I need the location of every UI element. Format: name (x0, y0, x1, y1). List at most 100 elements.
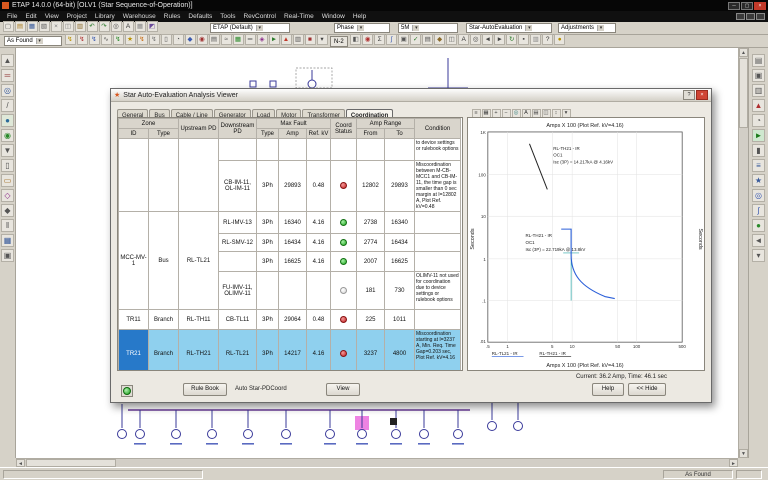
motor-start-icon[interactable]: ↯ (88, 34, 100, 45)
tcc-plot[interactable]: Amps X 100 (Plot Ref. kV=4.16) Amps X 10… (468, 118, 704, 370)
table-cell[interactable] (330, 138, 357, 161)
protection-icon[interactable]: ◈ (256, 34, 268, 45)
undo-icon[interactable]: ↶ (86, 21, 98, 32)
table-cell[interactable]: 2738 (356, 211, 385, 234)
cell-condition[interactable]: to device settings or rulebook options (414, 138, 461, 161)
cable-pulling-icon[interactable]: ≈ (220, 34, 232, 45)
stop-icon[interactable]: ■ (304, 34, 316, 45)
star-pd-icon[interactable]: ★ (124, 34, 136, 45)
table-cell[interactable]: 2007 (356, 251, 385, 272)
cell-downstream-pd[interactable]: CB-IM-11, OL-IM-11 (218, 160, 257, 212)
fuse-element-icon[interactable]: ▭ (1, 174, 14, 187)
cell-condition[interactable]: Miscoordination between M-CB-MCC1 and CB… (414, 160, 461, 212)
cell-downstream-pd[interactable]: CB-TL11 (218, 309, 257, 330)
column-header-fault-type[interactable]: Type (256, 128, 279, 139)
cell-coord-status[interactable] (330, 233, 357, 252)
table-row-tr21[interactable]: TR21 Branch RL-TH21 RL-TL21 3Ph 14217 4.16 3237… (118, 329, 461, 370)
refresh-icon[interactable]: ↻ (506, 34, 518, 45)
arc-flash-icon[interactable]: ↯ (136, 34, 148, 45)
table-cell[interactable]: 29893 (278, 160, 307, 212)
rule-book-button[interactable]: Rule Book (183, 383, 227, 396)
view-button[interactable]: View (326, 383, 360, 396)
grid-toggle-icon[interactable]: ▦ (134, 21, 146, 32)
find-icon[interactable]: ◎ (470, 34, 482, 45)
wizard-icon[interactable]: ◆ (434, 34, 446, 45)
save-icon[interactable]: ▦ (26, 21, 38, 32)
minimize-icon[interactable]: ─ (728, 1, 740, 10)
sequence-viewer-icon[interactable]: ≡ (752, 159, 765, 172)
text-tool-icon[interactable]: A (122, 21, 134, 32)
new-icon[interactable]: ▢ (2, 21, 14, 32)
help-button[interactable]: Help (592, 383, 624, 396)
bus-element-icon[interactable]: ═ (1, 69, 14, 82)
back-icon[interactable]: ◄ (752, 234, 765, 247)
table-row-cont[interactable]: to device settings or rulebook options (118, 138, 461, 212)
more-icon[interactable]: ▾ (752, 249, 765, 262)
run-analysis-icon[interactable]: ► (752, 129, 765, 142)
motor-element-icon[interactable]: ● (1, 114, 14, 127)
column-header-coord-status[interactable]: Coord Status (330, 118, 357, 139)
contingency-n2-indicator[interactable]: N-2 (330, 35, 348, 47)
cell-zone-type[interactable] (148, 138, 179, 212)
table-cell[interactable] (256, 138, 279, 161)
table-cell[interactable]: 14217 (278, 329, 307, 370)
column-header-zone[interactable]: Zone (118, 118, 179, 129)
horizontal-scrollbar[interactable]: ◄ ► (16, 458, 738, 467)
scroll-down-icon[interactable]: ▼ (739, 449, 748, 458)
menu-window[interactable]: Window (318, 13, 349, 20)
table-cell[interactable]: 4.16 (306, 329, 331, 370)
lock-icon[interactable]: ▪ (518, 34, 530, 45)
table-cell[interactable]: 16340 (384, 211, 415, 234)
column-header-to[interactable]: To (384, 128, 415, 139)
table-row-rl-imv-13[interactable]: MCC-MV-1 Bus RL-TL21 RL-IMV-13 3Ph 16340 4.16 2… (118, 211, 461, 310)
column-header-downstream-pd[interactable]: Downstream PD (218, 118, 257, 139)
open-icon[interactable]: ▤ (14, 21, 26, 32)
table-cell[interactable] (414, 211, 461, 234)
alarm-icon[interactable]: ◉ (362, 34, 374, 45)
table-cell[interactable]: 16625 (384, 251, 415, 272)
generator-element-icon[interactable]: ◉ (1, 129, 14, 142)
table-cell[interactable]: 3Ph (256, 211, 279, 234)
table-cell[interactable]: 16434 (384, 233, 415, 252)
scroll-up-icon[interactable]: ▲ (739, 48, 748, 57)
table-cell[interactable] (306, 138, 331, 161)
cell-upstream-pd[interactable]: RL-TL21 (178, 211, 219, 310)
scroll-left-icon[interactable]: ◄ (16, 459, 25, 467)
edit-study-case-icon[interactable]: ▣ (752, 69, 765, 82)
adjustments-combo[interactable]: Adjustments ▾ (558, 23, 616, 33)
menu-revcontrol[interactable]: RevControl (239, 13, 280, 20)
scroll-right-icon[interactable]: ► (729, 459, 738, 467)
cell-downstream-pd[interactable]: RL-SMV-12 (218, 233, 257, 252)
tcc-view-icon[interactable]: ∫ (752, 204, 765, 217)
table-cell[interactable] (278, 138, 307, 161)
ground-grid-icon[interactable]: ▦ (232, 34, 244, 45)
table-cell[interactable] (384, 138, 415, 161)
column-header-amp-range[interactable]: Amp Range (356, 118, 415, 129)
table-cell[interactable]: 12802 (356, 160, 385, 212)
load-flow-icon[interactable]: ↯ (64, 34, 76, 45)
cell-zone-type[interactable]: Branch (148, 309, 179, 330)
table-cell[interactable]: 4800 (384, 329, 415, 370)
previous-icon[interactable]: ◄ (482, 34, 494, 45)
table-cell[interactable] (414, 251, 461, 272)
cell-coord-status[interactable] (330, 329, 357, 370)
table-cell[interactable]: 0.48 (306, 309, 331, 330)
table-cell[interactable]: 181 (356, 271, 385, 310)
report-icon[interactable]: ▥ (292, 34, 304, 45)
cell-downstream-pd[interactable] (218, 138, 257, 161)
sequence-of-operation-icon[interactable]: Σ (374, 34, 386, 45)
table-cell[interactable]: 4.16 (306, 251, 331, 272)
instrument-element-icon[interactable]: ◆ (1, 204, 14, 217)
close-icon[interactable]: × (754, 1, 766, 10)
battery-icon[interactable]: ▯ (160, 34, 172, 45)
compare-icon[interactable]: ◫ (446, 34, 458, 45)
table-cell[interactable] (278, 271, 307, 310)
table-cell[interactable]: 0.48 (306, 160, 331, 212)
alert-icon[interactable]: ▲ (280, 34, 292, 45)
table-row-tr11[interactable]: TR11 Branch RL-TH11 CB-TL11 3Ph 29064 0.48 225 1… (118, 309, 461, 330)
cell-condition[interactable]: Miscoordination starting at I=3237 A, Mi… (414, 329, 461, 370)
cell-condition[interactable]: OLIMV-11 not used for coordination due t… (414, 271, 461, 310)
options-icon[interactable]: ▾ (316, 34, 328, 45)
capacitor-element-icon[interactable]: ‖ (1, 219, 14, 232)
vertical-scroll-thumb[interactable] (739, 58, 748, 128)
